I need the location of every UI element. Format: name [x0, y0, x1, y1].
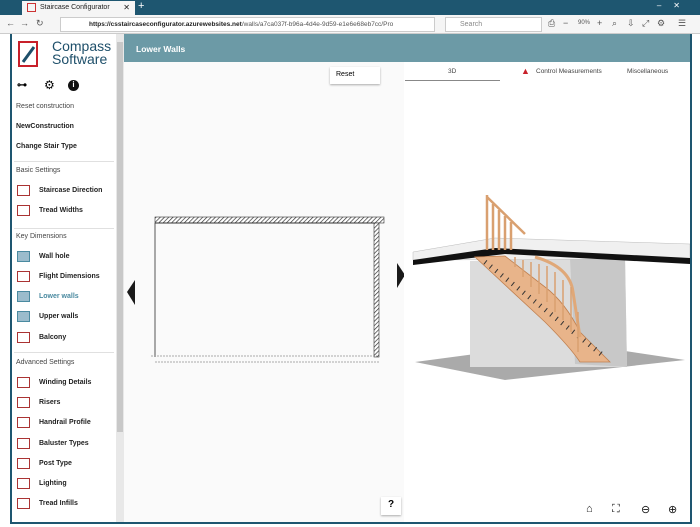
winding-details-icon [17, 377, 30, 388]
plan-view[interactable] [124, 62, 405, 522]
section-basic-settings: Basic Settings [16, 167, 61, 174]
reload-icon[interactable]: ↻ [36, 18, 44, 29]
key-icon[interactable]: ⊶ [17, 80, 27, 91]
sidebar-item-tread-widths[interactable]: Tread Widths [39, 207, 83, 214]
gear-icon[interactable]: ⚙ [44, 78, 55, 92]
sidebar-item-change-stair-type[interactable]: Change Stair Type [16, 143, 77, 150]
sidebar-item-handrail-profile[interactable]: Handrail Profile [39, 419, 91, 426]
sidebar-item-tread-infills[interactable]: Tread Infills [39, 500, 78, 507]
post-type-icon [17, 458, 30, 469]
3d-view[interactable] [405, 62, 691, 522]
print-icon[interactable]: ⎙ [548, 18, 555, 29]
tab-3d-underline [405, 80, 500, 81]
window-controls[interactable]: –✕ [657, 1, 692, 10]
favicon-icon [27, 3, 36, 12]
sidebar-scroll-thumb[interactable] [117, 42, 123, 432]
wall-top [154, 216, 385, 224]
info-icon[interactable]: i [68, 80, 79, 91]
sidebar-item-balcony[interactable]: Balcony [39, 334, 66, 341]
warning-icon: ▲ [521, 66, 530, 76]
upper-walls-icon [17, 311, 30, 322]
sidebar-item-reset-construction[interactable]: Reset construction [16, 103, 74, 110]
sidebar-item-flight-dimensions[interactable]: Flight Dimensions [39, 273, 100, 280]
zoom-out-icon[interactable]: − [563, 18, 568, 28]
sidebar-item-baluster-types[interactable]: Baluster Types [39, 440, 89, 447]
reset-button[interactable]: Reset [330, 67, 380, 84]
sidebar-item-new-construction[interactable]: NewConstruction [16, 123, 74, 130]
tab-title: Staircase Configurator [40, 4, 110, 11]
settings-icon[interactable]: ⚙ [657, 18, 665, 29]
section-advanced-settings: Advanced Settings [16, 359, 75, 366]
url-bar[interactable]: https://csstaircaseconfigurator.azureweb… [60, 17, 435, 32]
new-tab-button[interactable]: + [138, 0, 144, 12]
next-arrow-icon [397, 263, 405, 288]
fullscreen-icon[interactable]: ⤢ [642, 18, 649, 29]
lighting-icon [17, 478, 30, 489]
handrail-profile-icon [17, 417, 30, 428]
sidebar-item-staircase-direction[interactable]: Staircase Direction [39, 187, 102, 194]
menu-icon[interactable]: ☰ [678, 18, 686, 29]
sidebar-item-risers[interactable]: Risers [39, 399, 60, 406]
search-input[interactable]: Search [445, 17, 542, 32]
3d-staircase-render [412, 195, 691, 380]
tab-miscellaneous[interactable]: Miscellaneous [627, 68, 668, 75]
page-title: Lower Walls [124, 34, 690, 62]
sidebar-item-post-type[interactable]: Post Type [39, 460, 72, 467]
fit-view-icon[interactable]: ⛶ [612, 503, 620, 516]
sidebar-item-upper-walls[interactable]: Upper walls [39, 313, 78, 320]
logo-icon [18, 41, 38, 67]
downloads-icon[interactable]: ⇩ [627, 18, 635, 29]
sidebar-item-winding-details[interactable]: Winding Details [39, 379, 91, 386]
wall-right [373, 222, 380, 358]
risers-icon [17, 397, 30, 408]
home-icon[interactable]: ⌂ [586, 503, 593, 515]
help-button[interactable]: ? [381, 497, 401, 515]
flight-dimensions-icon [17, 271, 30, 282]
forward-icon[interactable]: → [20, 18, 29, 28]
zoom-level[interactable]: 90% [578, 20, 590, 26]
find-icon[interactable]: ⌕ [612, 18, 617, 29]
tab-3d[interactable]: 3D [448, 68, 456, 75]
tab-control-measurements[interactable]: Control Measurements [536, 68, 602, 75]
balcony-icon [17, 332, 30, 343]
back-icon[interactable]: ← [6, 18, 15, 28]
zoom-out-view-icon[interactable]: ⊖ [641, 503, 650, 516]
prev-arrow-icon [127, 280, 135, 305]
tread-infills-icon [17, 498, 30, 509]
sidebar-item-wall-hole[interactable]: Wall hole [39, 253, 69, 260]
lower-walls-icon [17, 291, 30, 302]
sidebar-item-lower-walls[interactable]: Lower walls [39, 293, 79, 300]
browser-tab[interactable]: Staircase Configurator ✕ [22, 1, 135, 15]
close-tab-icon[interactable]: ✕ [123, 3, 130, 12]
zoom-in-icon[interactable]: + [597, 18, 602, 28]
section-key-dimensions: Key Dimensions [16, 233, 67, 240]
baluster-types-icon [17, 438, 30, 449]
tread-widths-icon [17, 205, 30, 216]
plan-drawing [127, 216, 405, 363]
logo-text: Compass Software [52, 38, 112, 67]
zoom-in-view-icon[interactable]: ⊕ [668, 503, 677, 516]
sidebar-item-lighting[interactable]: Lighting [39, 480, 67, 487]
wall-hole-icon [17, 251, 30, 262]
staircase-direction-icon [17, 185, 30, 196]
